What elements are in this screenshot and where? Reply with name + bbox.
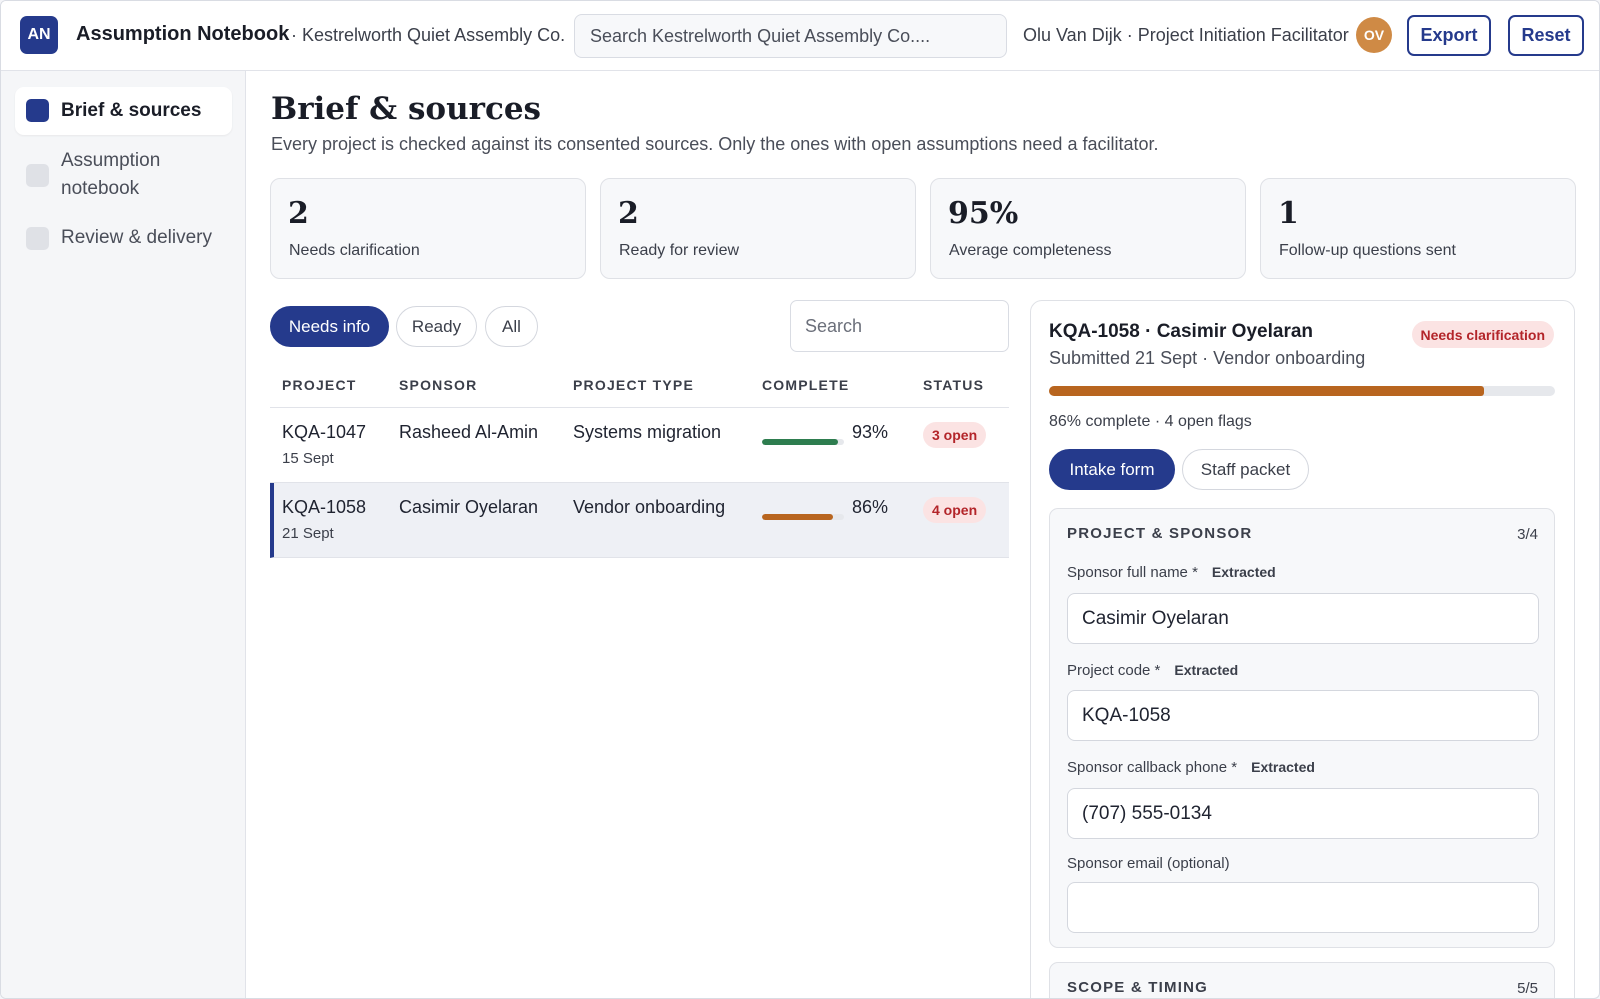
filter-ready[interactable]: Ready [396,306,477,347]
field-label-callback-phone: Sponsor callback phone * Extracted [1067,759,1315,776]
detail-title: KQA-1058 · Casimir Oyelaran [1049,321,1314,342]
sidebar-item-label: Review & delivery [61,227,212,248]
section-title: PROJECT & SPONSOR [1067,525,1253,542]
field-label-text: Sponsor email (optional) [1067,855,1230,872]
column-header-status: STATUS [923,377,985,393]
table-row[interactable]: KQA-1058 21 Sept Casimir Oyelaran Vendor… [270,483,1009,558]
export-button[interactable]: Export [1407,15,1491,56]
detail-progress-fill [1049,386,1485,396]
nav-square-icon [26,227,49,250]
sidebar-item-label: Brief & sources [61,100,202,121]
column-header-project: PROJECT [282,377,357,393]
completion-bar-fill [762,439,839,445]
project-type: Systems migration [573,422,722,442]
table-header: PROJECT SPONSOR PROJECT TYPE COMPLETE ST… [270,367,1009,408]
extracted-tag: Extracted [1251,759,1315,775]
table-row[interactable]: KQA-1047 15 Sept Rasheed Al-Amin Systems… [270,408,1009,483]
field-label-sponsor-email: Sponsor email (optional) [1067,855,1230,872]
project-code-field[interactable] [1067,690,1539,741]
user-label: Olu Van Dijk · Project Initiation Facili… [1023,25,1349,45]
sponsor-email-field[interactable] [1067,882,1539,933]
tab-intake-form[interactable]: Intake form [1049,449,1175,490]
nav-square-icon [26,99,49,122]
project-date: 15 Sept [282,450,334,467]
stat-label: Average completeness [949,242,1112,259]
stat-value: 2 [288,196,309,231]
reset-button[interactable]: Reset [1508,15,1584,56]
section-title: SCOPE & TIMING [1067,979,1208,996]
project-id: KQA-1047 [282,422,367,442]
status-badge: Needs clarification [1411,321,1554,348]
stat-card-needs-clarification: 2 Needs clarification [270,178,586,279]
extracted-tag: Extracted [1174,662,1239,678]
projects-table: PROJECT SPONSOR PROJECT TYPE COMPLETE ST… [270,367,1009,558]
sidebar-item-brief-sources[interactable]: Brief & sources [15,87,232,135]
sidebar-item-label: Assumption notebook [61,150,161,199]
stat-card-follow-up-questions: 1 Follow-up questions sent [1260,178,1576,279]
tab-staff-packet[interactable]: Staff packet [1182,449,1309,490]
project-id: KQA-1058 [282,497,367,517]
section-count: 5/5 [1517,980,1538,997]
field-label-text: Sponsor full name * [1067,564,1198,581]
stat-label: Follow-up questions sent [1279,242,1456,259]
completion-bar-fill [762,514,833,520]
sidebar: Brief & sources Assumption notebook Revi… [1,71,246,998]
field-label-text: Project code * [1067,662,1161,679]
project-type: Vendor onboarding [573,497,726,517]
section-count: 3/4 [1517,526,1538,543]
completion-percent: 86% [852,497,889,517]
sponsor-name: Rasheed Al-Amin [399,422,539,442]
section-scope-timing: SCOPE & TIMING 5/5 [1049,962,1555,998]
stat-value: 1 [1278,196,1299,231]
filter-needs-info[interactable]: Needs info [270,306,389,347]
avatar[interactable]: OV [1356,17,1392,53]
filter-all[interactable]: All [485,306,538,347]
extracted-tag: Extracted [1211,564,1276,580]
callback-phone-field[interactable] [1067,788,1539,839]
detail-subtitle: Submitted 21 Sept · Vendor onboarding [1049,348,1366,368]
completion-bar [762,439,844,445]
column-header-complete: COMPLETE [762,377,850,393]
stat-card-average-completeness: 95% Average completeness [930,178,1246,279]
status-badge: 3 open [923,422,987,448]
column-header-project-type: PROJECT TYPE [573,377,694,393]
page-subtitle: Every project is checked against its con… [271,134,1159,154]
detail-progress-text: 86% complete · 4 open flags [1049,413,1252,430]
project-date: 21 Sept [282,525,334,542]
completion-bar [762,514,844,520]
stat-value: 95% [948,196,1019,231]
column-header-sponsor: SPONSOR [399,377,478,393]
app-title: Assumption Notebook [76,23,290,45]
stat-value: 2 [618,196,639,231]
sponsor-name: Casimir Oyelaran [399,497,539,517]
section-project-sponsor: PROJECT & SPONSOR 3/4 Sponsor full name … [1049,508,1555,948]
app-window: AN Assumption Notebook · Kestrelworth Qu… [0,0,1600,999]
nav-square-icon [26,164,49,187]
app-logo: AN [20,16,58,54]
detail-progress-bar [1049,386,1555,396]
stat-label: Ready for review [619,242,740,259]
org-name: · Kestrelworth Quiet Assembly Co. [291,25,566,45]
sponsor-name-field[interactable] [1067,593,1539,644]
stat-label: Needs clarification [289,242,420,259]
sidebar-item-review-delivery[interactable]: Review & delivery [15,219,232,259]
field-label-project-code: Project code * Extracted [1067,662,1238,679]
top-bar: AN Assumption Notebook · Kestrelworth Qu… [1,1,1599,71]
field-label-text: Sponsor callback phone * [1067,759,1238,776]
status-badge: 4 open [923,497,987,523]
global-search-input[interactable] [574,14,1007,58]
sidebar-item-assumption-notebook[interactable]: Assumption notebook [15,145,232,207]
completion-percent: 93% [852,422,889,442]
project-search-input[interactable] [790,300,1009,352]
detail-panel: KQA-1058 · Casimir Oyelaran Needs clarif… [1030,300,1575,998]
field-label-sponsor-name: Sponsor full name * Extracted [1067,564,1276,581]
stat-card-ready-for-review: 2 Ready for review [600,178,916,279]
page-title: Brief & sources [271,91,541,127]
